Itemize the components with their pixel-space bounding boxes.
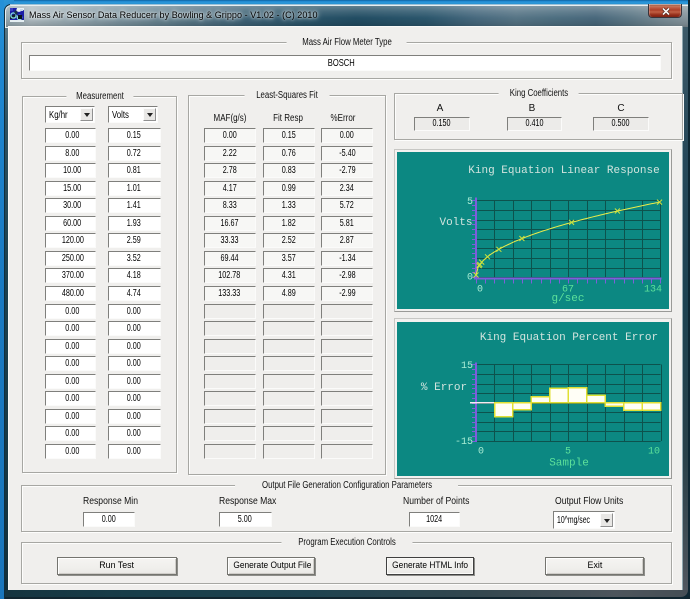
svg-text:0: 0 — [477, 285, 483, 296]
svg-text:5: 5 — [467, 197, 473, 208]
svg-text:-15: -15 — [455, 437, 473, 448]
svg-text:King Equation Percent Error: King Equation Percent Error — [480, 332, 658, 344]
svg-text:% Error: % Error — [421, 382, 467, 394]
svg-text:15: 15 — [461, 361, 473, 372]
svg-text:0: 0 — [467, 273, 473, 284]
svg-text:g/sec: g/sec — [551, 293, 584, 305]
svg-text:Sample: Sample — [549, 458, 589, 470]
svg-text:0: 0 — [478, 447, 484, 458]
svg-text:5: 5 — [565, 447, 571, 458]
svg-text:King Equation Linear Response: King Equation Linear Response — [468, 165, 659, 177]
svg-text:Volts: Volts — [439, 217, 472, 229]
svg-text:10: 10 — [648, 447, 660, 458]
svg-text:134: 134 — [644, 285, 662, 296]
